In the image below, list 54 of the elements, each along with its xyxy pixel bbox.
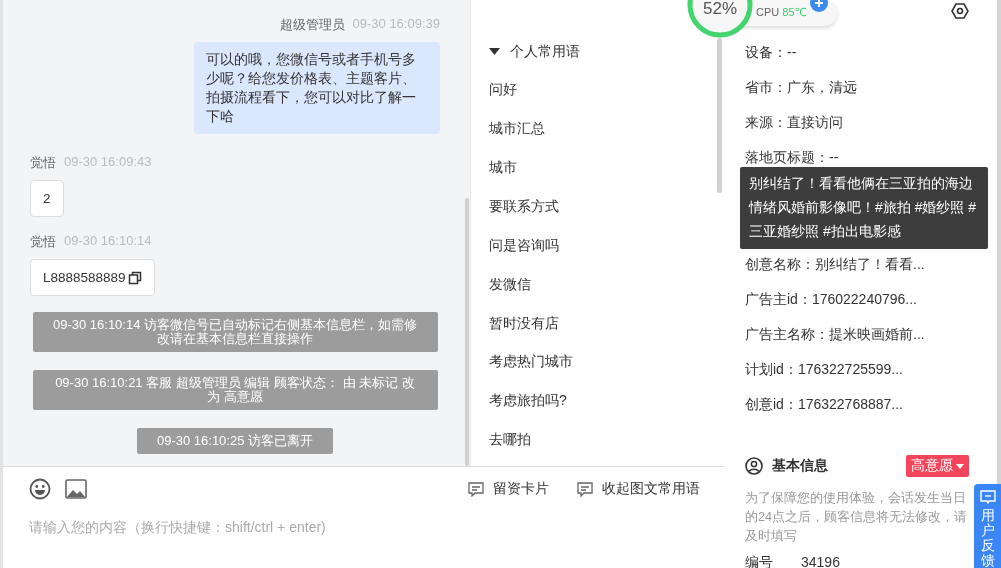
message-bubble: L8888588889 [30,259,155,296]
message-icon [979,490,996,504]
message-icon [577,481,593,497]
system-notice: 09-30 16:10:25 访客已离开 [136,428,334,454]
field-label: 编号 [745,554,773,568]
sender-name: 觉悟 [30,233,56,251]
sender-name: 超级管理员 [279,16,345,34]
phrase-item[interactable]: 城市 [489,155,724,194]
message-bubble: 可以的哦，您微信号或者手机号多少呢？给您发价格表、主题客片、拍摄流程看下，您可以对比了解一下哈 [194,42,440,134]
caret-icon [489,48,500,56]
caret-icon [956,463,964,469]
status-dropdown[interactable]: 高意愿 [906,455,969,477]
phrase-group-header[interactable]: 个人常用语 [489,40,724,64]
message-icon [468,481,484,497]
message-bubble: 2 [30,180,64,217]
info-line: 设备：-- [745,43,797,62]
info-line: 落地页标题：-- [745,148,839,167]
info-line: 广告主名称：提米映画婚前... [745,325,925,344]
sender-name: 觉悟 [30,154,56,172]
cpu-percent: 52% [703,0,738,19]
info-line: 创意名称：别纠结了！看看... [745,255,925,274]
phrase-item[interactable]: 问是咨询吗 [489,232,724,272]
notice-text: 为了保障您的使用体验，会话发生当日的24点之后，顾客信息将无法修改，请及时填写 [745,490,968,545]
feedback-button[interactable]: 用户反馈 [974,484,1001,568]
phrase-item[interactable]: 考虑热门城市 [489,349,724,389]
emoji-icon[interactable] [29,478,51,500]
phrase-item[interactable]: 暂时没有店 [489,310,724,350]
toolbar-action[interactable]: 留资卡片 [468,480,549,498]
phrase-group-title: 个人常用语 [510,42,580,61]
message-time: 09-30 16:10:14 [64,233,152,250]
phrase-item[interactable]: 城市汇总 [489,116,724,156]
field-value: 34196 [801,554,840,568]
info-line: 省市：广东，清远 [745,78,857,97]
system-notice: 09-30 16:10:21 客服 超级管理员 编辑 顾客状态： 由 未标记 改为 高意愿 [32,370,438,410]
section-title: 基本信息 [772,457,829,475]
tooltip: 别纠结了！看看他俩在三亚拍的海边情绪风婚前影像吧！#旅拍 #婚纱照 #三亚婚纱照 #拍出电影感 [740,167,988,249]
phrase-item[interactable]: 要联系方式 [489,193,724,233]
settings-icon[interactable] [951,2,969,20]
scrollbar[interactable] [717,38,722,193]
phrase-item[interactable]: 考虑旅拍吗? [489,388,724,428]
toolbar-action[interactable]: 收起图文常用语 [577,480,700,498]
image-icon[interactable] [65,479,87,499]
system-notice: 09-30 16:10:14 访客微信号已自动标记右侧基本信息栏，如需修改请在基本信息栏直接操作 [32,312,438,352]
phrase-item[interactable]: 去哪拍 [489,427,724,467]
user-icon [745,457,763,475]
copy-icon[interactable] [127,270,142,285]
info-line: 计划id：176322725599... [745,360,903,379]
phrase-item[interactable]: 问好 [489,77,724,117]
phrase-item[interactable]: 发微信 [489,271,724,311]
info-line: 广告主id：176022240796... [745,290,917,309]
info-line: 创意id：176322768887... [745,395,903,414]
message-time: 09-30 16:09:39 [352,16,440,33]
message-time: 09-30 16:09:43 [64,154,152,171]
info-line: 来源：直接访问 [745,113,843,132]
